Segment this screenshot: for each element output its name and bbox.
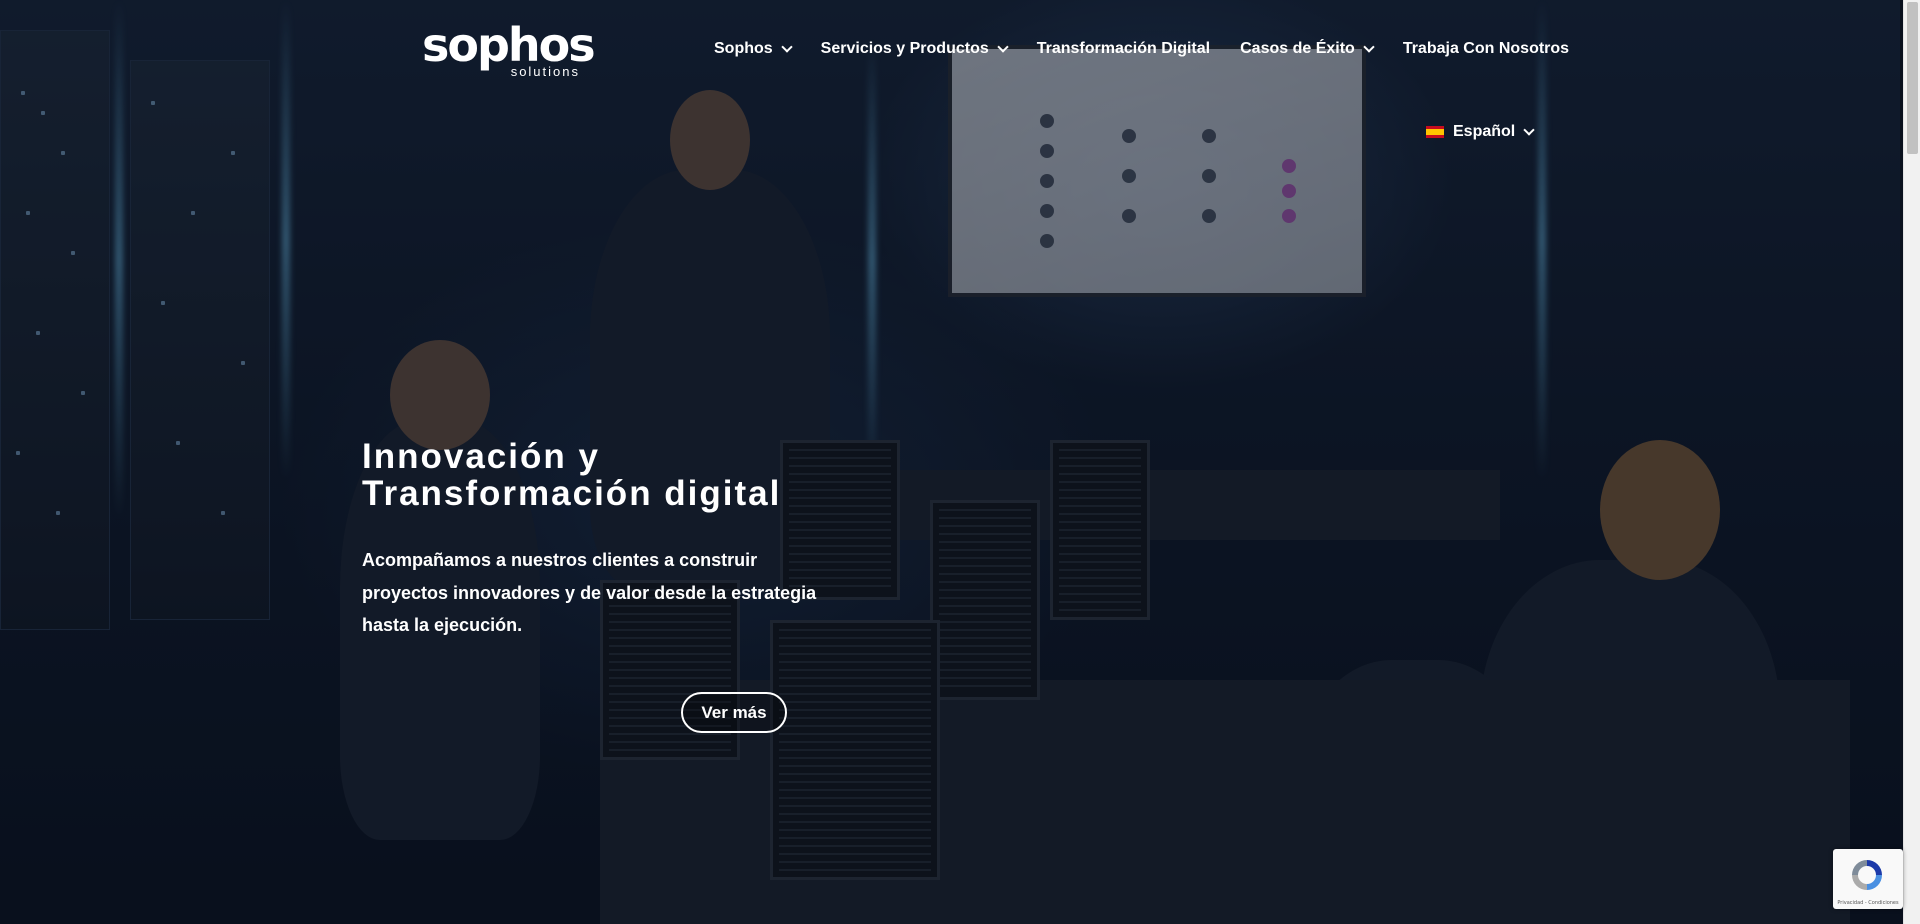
- scrollbar-thumb[interactable]: [1907, 2, 1918, 154]
- nav-item-casos-de-exito[interactable]: Casos de Éxito: [1240, 40, 1375, 58]
- chevron-down-icon: [1523, 123, 1535, 136]
- chevron-down-icon: [781, 40, 793, 53]
- hero-title-line: Transformación digital: [362, 474, 782, 513]
- hero-title-line: Innovación y: [362, 437, 600, 476]
- hero-title: Innovación y Transformación digital: [362, 438, 882, 512]
- hero-dark-overlay: [0, 0, 1920, 924]
- logo-subtitle: solutions: [510, 64, 580, 79]
- logo-wordmark: sophos: [422, 18, 596, 72]
- nav-item-trabaja-con-nosotros[interactable]: Trabaja Con Nosotros: [1403, 40, 1569, 58]
- nav-item-label: Trabaja Con Nosotros: [1402, 40, 1570, 57]
- recaptcha-icon: [1852, 860, 1882, 890]
- nav-item-label: Servicios y Productos: [820, 40, 989, 57]
- hero-description-line: Acompañamos a nuestros clientes a constr…: [362, 550, 758, 570]
- nav-item-label: Sophos: [714, 40, 773, 57]
- hero-description-line: proyectos innovadores y de valor desde l…: [362, 582, 817, 603]
- chevron-down-icon: [1363, 40, 1375, 53]
- sophos-logo[interactable]: sophos solutions: [422, 18, 596, 82]
- spain-flag-icon: [1426, 126, 1444, 138]
- language-label: Español: [1453, 123, 1516, 140]
- hero-description: Acompañamos a nuestros clientes a constr…: [362, 544, 822, 642]
- nav-item-label: Casos de Éxito: [1240, 40, 1355, 57]
- chevron-down-icon: [997, 40, 1009, 53]
- nav-item-transformacion-digital[interactable]: Transformación Digital: [1037, 40, 1210, 58]
- recaptcha-badge[interactable]: Privacidad - Condiciones: [1833, 849, 1903, 909]
- main-navigation: Sophos Servicios y Productos Transformac…: [714, 40, 1569, 58]
- hero-description-line: hasta la ejecución.: [362, 615, 523, 635]
- language-switcher[interactable]: Español: [1426, 123, 1535, 141]
- nav-item-sophos[interactable]: Sophos: [714, 40, 793, 58]
- ver-mas-button[interactable]: Ver más: [681, 692, 787, 733]
- recaptcha-links[interactable]: Privacidad - Condiciones: [1833, 900, 1903, 906]
- nav-item-label: Transformación Digital: [1036, 40, 1211, 57]
- page-scrollbar[interactable]: [1903, 0, 1920, 924]
- nav-item-servicios-y-productos[interactable]: Servicios y Productos: [820, 40, 1009, 58]
